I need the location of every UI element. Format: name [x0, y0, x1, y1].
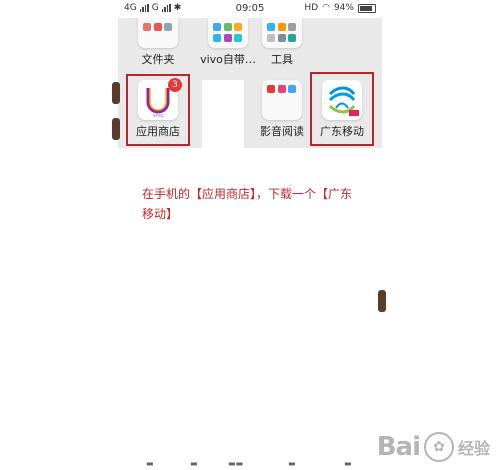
dock-fragment: ▬ [146, 459, 154, 468]
folder-icon [138, 18, 178, 48]
instruction-text: 在手机的【应用商店】，下载一个【广东移动】 [142, 187, 353, 221]
dock-fragment: ▬ [190, 459, 198, 468]
folder-icon [262, 18, 302, 48]
guangdong-mobile-highlight [310, 72, 374, 146]
page-right-margin [382, 0, 500, 470]
battery-icon [358, 3, 376, 13]
folder-icon [262, 80, 302, 120]
battery-percent: 94% [333, 3, 354, 13]
instruction-panel: 在手机的【应用商店】，下载一个【广东移动】 [118, 148, 382, 470]
app-store-highlight [126, 74, 190, 146]
watermark-sub: 经验 [457, 439, 490, 458]
wifi-icon: ◠ [322, 3, 330, 13]
app-label: vivo自带… [200, 53, 256, 66]
dock-fragment: ▬ [344, 459, 352, 468]
background-decoration [112, 82, 120, 104]
app-label: 影音阅读 [260, 125, 304, 138]
background-decoration [378, 290, 386, 312]
phone-screen: 4G G ✱ 09:05 HD ◠ 94% 文件夹 vivo自带… 工具 viv… [118, 0, 382, 470]
hd-indicator: HD [304, 3, 319, 13]
home-screen: 文件夹 vivo自带… 工具 vivo 应用商店 3 影音阅读 广东移动 [118, 18, 382, 148]
app-label: 工具 [271, 53, 293, 66]
folder-app[interactable]: 文件夹 [128, 18, 188, 67]
baidu-jingyan-watermark: Bai ✿ 经验 [377, 432, 490, 462]
tools-folder[interactable]: 工具 [252, 18, 312, 67]
media-reading-folder[interactable]: 影音阅读 [252, 80, 312, 139]
status-bar: 4G G ✱ 09:05 HD ◠ 94% [118, 0, 382, 18]
paw-icon: ✿ [423, 432, 454, 462]
blank-tile [202, 80, 244, 148]
dock-fragment: ▬ [288, 459, 296, 468]
watermark-main: Bai [376, 432, 421, 462]
vivo-builtin-folder[interactable]: vivo自带… [198, 18, 258, 67]
app-label: 文件夹 [141, 53, 175, 66]
dock-fragment: ▬▬ [228, 459, 244, 468]
background-decoration [112, 118, 120, 140]
page-left-margin [0, 0, 118, 470]
folder-icon [208, 18, 248, 48]
